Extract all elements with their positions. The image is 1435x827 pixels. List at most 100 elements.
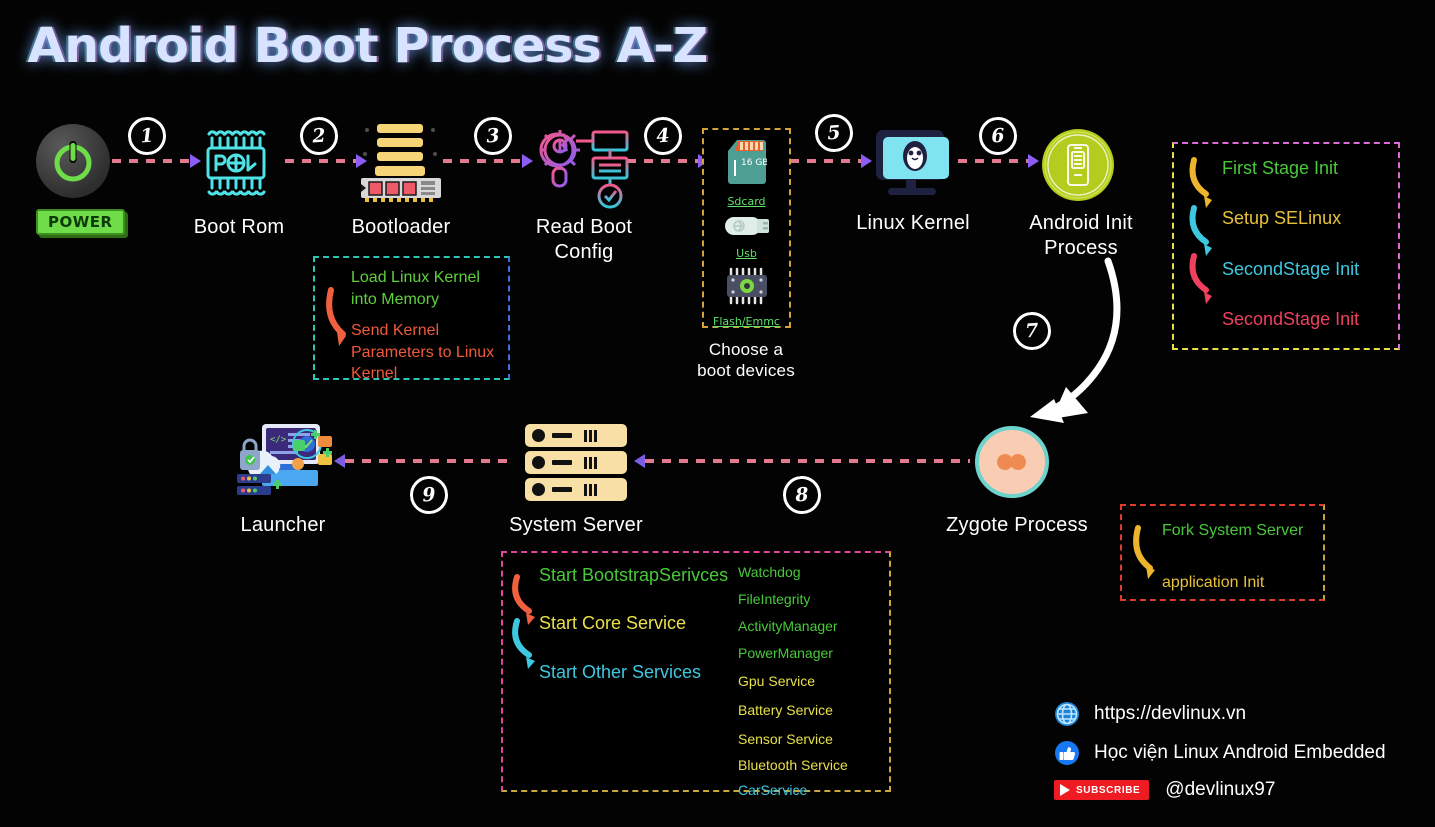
server-slot-1 <box>552 433 572 438</box>
boot-devices-line2: boot devices <box>697 361 795 381</box>
step-number-3: 3 <box>473 116 514 157</box>
server-vents-2 <box>584 456 597 469</box>
diagram-canvas: Android Boot Process A-Z 1 2 3 4 5 6 7 8… <box>0 0 1435 827</box>
init-item-3: SecondStage Init <box>1222 308 1360 329</box>
node-label-read-boot-config: Read Boot Config <box>508 215 660 265</box>
init-item-2: SecondStage Init <box>1222 258 1360 279</box>
ss-service-1: FileIntegrity <box>738 590 811 607</box>
flow-arrowhead-3 <box>522 154 533 168</box>
ss-stage-0: Start BootstrapSerivces <box>539 565 729 585</box>
power-symbol-icon <box>54 141 92 182</box>
subscribe-badge-label: SUBSCRIBE <box>1076 784 1141 796</box>
bootloader-memory-icon <box>361 124 441 202</box>
flow-arrow-5 <box>790 159 870 163</box>
device-label-sdcard: Sdcard <box>727 195 766 208</box>
init-item-1: Setup SELinux <box>1222 208 1342 229</box>
server-led-3 <box>532 483 545 496</box>
node-label-system-server: System Server <box>509 514 643 536</box>
node-label-android-init: Android Init Process <box>1006 211 1156 261</box>
footer-website[interactable]: https://devlinux.vn <box>1054 701 1386 727</box>
zygote-detail-box: Fork System Server application Init <box>1120 504 1325 601</box>
node-zygote[interactable] <box>974 425 1050 504</box>
step-number-6: 6 <box>978 116 1019 157</box>
bootloader-curve-arrow <box>326 287 346 346</box>
power-button-icon[interactable] <box>36 124 110 198</box>
footer-facebook-text: Học viện Linux Android Embedded <box>1094 742 1386 763</box>
rom-chip-icon <box>206 130 266 196</box>
ss-service-2: ActivityManager <box>738 617 838 634</box>
youtube-subscribe-icon[interactable]: SUBSCRIBE <box>1054 780 1150 800</box>
read-boot-config-line2: Config <box>554 241 614 263</box>
zygote-item-0: Fork System Server <box>1162 522 1304 539</box>
ss-service-6: Sensor Service <box>738 731 833 748</box>
node-linux-kernel[interactable] <box>870 128 956 205</box>
flow-arrow-9 <box>345 459 515 463</box>
ss-service-8: CarService <box>738 782 808 799</box>
flow-arrow-6 <box>958 159 1036 163</box>
flow-arrow-2 <box>285 159 365 163</box>
footer-youtube[interactable]: SUBSCRIBE @devlinux97 <box>1054 779 1386 801</box>
server-slot-2 <box>552 460 572 465</box>
node-label-bootloader: Bootloader <box>351 216 451 238</box>
device-label-flash-emmc: Flash/Emmc <box>713 315 780 328</box>
step-number-9: 9 <box>409 475 450 516</box>
ss-services-list: Watchdog FileIntegrity ActivityManager P… <box>738 563 888 800</box>
sdcard-icon[interactable]: 16 GB <box>727 138 768 190</box>
server-vents-1 <box>584 429 597 442</box>
svg-text:</>: </> <box>270 435 287 445</box>
ss-service-5: Battery Service <box>738 702 833 719</box>
globe-icon <box>1055 702 1079 726</box>
node-label-boot-devices: Choose a boot devices <box>673 339 819 382</box>
thumbs-up-icon <box>1055 741 1079 765</box>
node-label-linux-kernel: Linux Kernel <box>856 212 970 234</box>
flow-arrow-1 <box>112 159 192 163</box>
footer-links: https://devlinux.vn Học viện Linux Andro… <box>1054 701 1386 801</box>
read-boot-config-line1: Read Boot <box>535 216 633 238</box>
footer-youtube-text: @devlinux97 <box>1165 779 1276 800</box>
node-boot-rom[interactable] <box>192 126 280 207</box>
node-read-boot-config[interactable] <box>535 128 631 217</box>
node-bootloader[interactable] <box>355 122 447 207</box>
usb-drive-icon[interactable] <box>723 215 771 242</box>
server-led-2 <box>532 456 545 469</box>
flow-arrowhead-6 <box>1028 154 1039 168</box>
android-init-line1: Android Init <box>1029 212 1133 234</box>
flash-emmc-chip-icon[interactable] <box>723 267 771 310</box>
node-label-zygote: Zygote Process <box>946 514 1088 536</box>
launcher-apps-icon: </> <box>237 424 332 495</box>
server-vents-3 <box>584 483 597 496</box>
ss-service-3: PowerManager <box>738 644 833 661</box>
init-item-0: First Stage Init <box>1222 158 1339 178</box>
node-android-init[interactable] <box>1041 128 1115 207</box>
ss-stage-1: Start Core Service <box>539 613 687 634</box>
server-rack-icon <box>525 424 627 501</box>
node-system-server[interactable] <box>525 424 627 501</box>
step-number-5: 5 <box>814 113 855 154</box>
server-unit-2 <box>525 451 627 474</box>
bootloader-item-1: Send Kernel Parameters to Linux Kernel <box>351 322 495 383</box>
flow-arrow-4 <box>627 159 707 163</box>
ss-curve-arrow-2 <box>512 618 535 669</box>
bootloader-detail-box: Load Linux Kernel into Memory Send Kerne… <box>313 256 510 382</box>
flow-arrowhead-8 <box>634 454 645 468</box>
boot-devices-box: 16 GB Sdcard Usb Flash/Emmc <box>702 128 791 328</box>
ss-service-0: Watchdog <box>738 564 801 580</box>
ss-service-4: Gpu Service <box>738 672 816 689</box>
system-server-detail-box: Start BootstrapSerivces Start Core Servi… <box>501 551 891 798</box>
node-power[interactable] <box>36 124 110 198</box>
boot-devices-line1: Choose a <box>708 340 784 359</box>
footer-facebook[interactable]: Học viện Linux Android Embedded <box>1054 740 1386 766</box>
init-curve-arrow-3 <box>1189 253 1212 304</box>
bootloader-item-0: Load Linux Kernel into Memory <box>351 269 480 308</box>
init-detail-box: First Stage Init Setup SELinux SecondSta… <box>1172 142 1400 350</box>
device-label-usb: Usb <box>736 247 757 260</box>
node-label-boot-rom: Boot Rom <box>193 216 285 238</box>
flow-arrow-8 <box>645 459 970 463</box>
page-title: Android Boot Process A-Z <box>27 18 708 74</box>
step-number-1: 1 <box>127 116 168 157</box>
server-unit-3 <box>525 478 627 501</box>
node-launcher[interactable]: </> <box>232 418 336 511</box>
footer-website-text: https://devlinux.vn <box>1094 703 1247 724</box>
power-label: POWER <box>36 209 125 235</box>
zygote-item-1: application Init <box>1162 573 1265 591</box>
